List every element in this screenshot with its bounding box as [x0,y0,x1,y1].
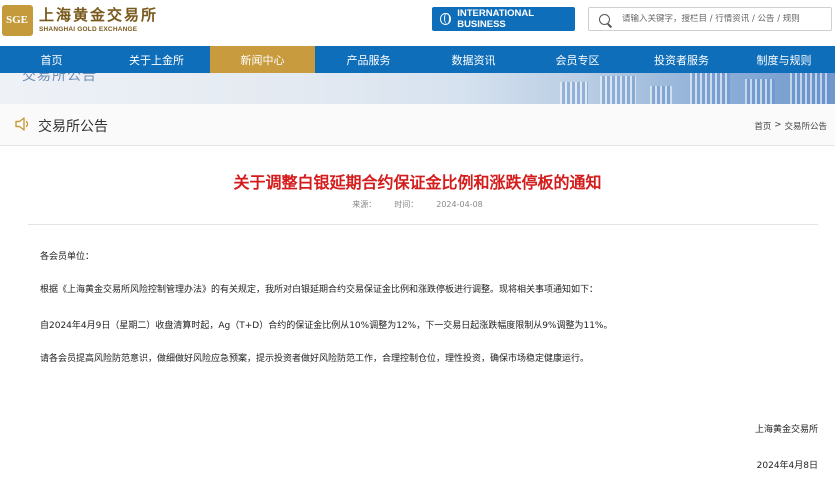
nav-item-home[interactable]: 首页 [0,46,103,73]
building-graphic [690,73,730,104]
article-title: 关于调整白银延期合约保证金比例和涨跌停板的通知 [233,173,602,192]
article-greeting: 各会员单位： [40,252,95,262]
article-time-label: 时间： [394,200,419,209]
search-input[interactable] [622,14,822,24]
article-divider [28,224,818,225]
building-graphic [600,76,636,104]
article-meta: 来源： 时间： 2024-04-08 [0,199,835,210]
article-date: 2024-04-08 [436,200,483,209]
breadcrumb-current-link[interactable]: 交易所公告 [784,120,827,132]
building-graphic [790,73,830,104]
section-title: 交易所公告 [38,119,108,135]
globe-icon [440,13,452,25]
article-paragraph: 自2024年4月9日（星期二）收盘清算时起，Ag（T+D）合约的保证金比例从10… [40,321,613,331]
breadcrumb-separator: > [774,120,782,130]
building-graphic [745,79,775,104]
logo-mark-text: SGE [6,13,29,26]
logo-chinese-name: 上海黄金交易所 [39,7,159,24]
building-graphic [650,86,672,104]
breadcrumb-home-link[interactable]: 首页 [754,120,771,132]
article-time: 时间： 2024-04-08 [394,199,483,210]
article-sign-date: 2024年4月8日 [756,461,818,471]
site-header: SGE 上海黄金交易所 SHANGHAI GOLD EXCHANGE INTER… [0,0,835,44]
section-header: 交易所公告 首页 > 交易所公告 [0,104,835,146]
banner-text: 交易所公告 [22,73,97,84]
nav-item-investors[interactable]: 投资者服务 [630,46,733,73]
article-paragraph: 请各会员提高风险防范意识，做细做好风险应急预案，提示投资者做好风险防范工作，合理… [40,354,590,364]
search-icon[interactable] [599,13,610,25]
nav-item-products[interactable]: 产品服务 [315,46,422,73]
nav-item-about[interactable]: 关于上金所 [103,46,210,73]
speaker-icon [15,117,29,131]
nav-item-members[interactable]: 会员专区 [525,46,630,73]
article-paragraph: 根据《上海黄金交易所风险控制管理办法》的有关规定，我所对白银延期合约交易保证金比… [40,285,599,295]
article-signature: 上海黄金交易所 [754,425,818,435]
page-banner: 交易所公告 [0,73,835,104]
logo-english-name: SHANGHAI GOLD EXCHANGE [39,25,138,33]
site-logo[interactable]: SGE 上海黄金交易所 SHANGHAI GOLD EXCHANGE [2,3,158,37]
international-business-button[interactable]: INTERNATIONAL BUSINESS [432,7,575,31]
breadcrumb: 首页 > 交易所公告 [754,120,827,132]
article-source: 来源： [352,200,377,209]
logo-text: 上海黄金交易所 SHANGHAI GOLD EXCHANGE [39,7,158,34]
main-nav: 首页 关于上金所 新闻中心 产品服务 数据资讯 会员专区 投资者服务 制度与规则 [0,46,835,73]
building-graphic [560,82,588,104]
nav-item-news[interactable]: 新闻中心 [210,46,315,73]
sge-logo-mark: SGE [2,4,33,36]
nav-item-data[interactable]: 数据资讯 [422,46,525,73]
international-business-label: INTERNATIONAL BUSINESS [457,8,534,30]
nav-item-rules[interactable]: 制度与规则 [733,46,835,73]
search-box[interactable] [588,7,832,31]
